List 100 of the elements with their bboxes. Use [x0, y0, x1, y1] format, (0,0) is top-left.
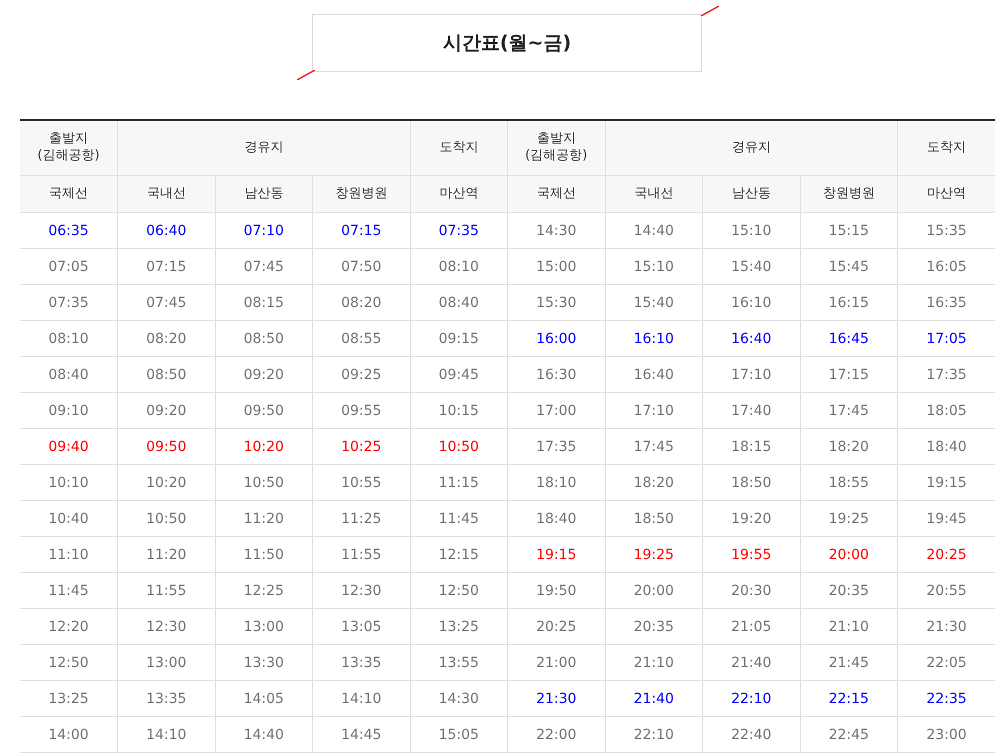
time-cell: 10:15 — [410, 392, 508, 428]
time-cell: 11:10 — [20, 536, 118, 572]
time-cell: 20:00 — [605, 572, 702, 608]
time-cell: 18:55 — [800, 464, 898, 500]
time-cell: 08:20 — [118, 320, 215, 356]
time-cell: 19:55 — [702, 536, 800, 572]
time-cell: 07:15 — [312, 212, 410, 248]
time-cell: 09:15 — [410, 320, 508, 356]
time-cell: 15:00 — [508, 248, 605, 284]
time-cell: 14:10 — [118, 716, 215, 752]
group-header: 도착지 — [410, 120, 508, 176]
time-cell: 16:40 — [702, 320, 800, 356]
time-cell: 07:10 — [215, 212, 312, 248]
time-cell: 16:15 — [800, 284, 898, 320]
time-cell: 14:00 — [20, 716, 118, 752]
time-cell: 18:15 — [702, 428, 800, 464]
time-cell: 22:10 — [605, 716, 702, 752]
time-cell: 12:30 — [312, 572, 410, 608]
time-cell: 15:40 — [702, 248, 800, 284]
time-cell: 17:10 — [605, 392, 702, 428]
time-cell: 07:35 — [410, 212, 508, 248]
time-cell: 22:15 — [800, 680, 898, 716]
time-cell: 17:10 — [702, 356, 800, 392]
time-cell: 21:30 — [508, 680, 605, 716]
column-header: 남산동 — [702, 176, 800, 212]
time-cell: 18:20 — [605, 464, 702, 500]
time-cell: 16:40 — [605, 356, 702, 392]
time-cell: 14:45 — [312, 716, 410, 752]
time-cell: 09:50 — [118, 428, 215, 464]
time-cell: 11:15 — [410, 464, 508, 500]
time-cell: 10:20 — [215, 428, 312, 464]
time-cell: 10:50 — [410, 428, 508, 464]
time-cell: 18:50 — [605, 500, 702, 536]
time-cell: 09:45 — [410, 356, 508, 392]
time-cell: 20:35 — [605, 608, 702, 644]
time-cell: 12:50 — [20, 644, 118, 680]
time-cell: 21:40 — [702, 644, 800, 680]
time-cell: 14:10 — [312, 680, 410, 716]
time-cell: 17:35 — [508, 428, 605, 464]
time-cell: 18:10 — [508, 464, 605, 500]
group-header: 출발지 (김해공항) — [508, 120, 605, 176]
time-cell: 19:15 — [508, 536, 605, 572]
time-cell: 21:10 — [800, 608, 898, 644]
time-cell: 15:10 — [605, 248, 702, 284]
time-cell: 08:10 — [20, 320, 118, 356]
time-cell: 08:50 — [215, 320, 312, 356]
time-cell: 10:50 — [215, 464, 312, 500]
time-cell: 15:40 — [605, 284, 702, 320]
time-cell: 06:40 — [118, 212, 215, 248]
time-cell: 18:20 — [800, 428, 898, 464]
time-cell: 14:05 — [215, 680, 312, 716]
time-cell: 16:30 — [508, 356, 605, 392]
time-cell: 21:45 — [800, 644, 898, 680]
time-cell: 13:35 — [118, 680, 215, 716]
time-cell: 18:50 — [702, 464, 800, 500]
time-cell: 09:20 — [215, 356, 312, 392]
time-cell: 13:25 — [20, 680, 118, 716]
corner-line-icon — [297, 70, 315, 80]
time-cell: 10:55 — [312, 464, 410, 500]
time-cell: 17:45 — [605, 428, 702, 464]
time-cell: 11:20 — [215, 500, 312, 536]
time-cell: 14:30 — [508, 212, 605, 248]
time-cell: 16:10 — [702, 284, 800, 320]
time-cell: 08:55 — [312, 320, 410, 356]
time-cell: 08:20 — [312, 284, 410, 320]
time-cell: 10:20 — [118, 464, 215, 500]
time-cell: 17:00 — [508, 392, 605, 428]
time-cell: 11:55 — [312, 536, 410, 572]
time-cell: 13:30 — [215, 644, 312, 680]
time-cell: 15:15 — [800, 212, 898, 248]
time-cell: 12:25 — [215, 572, 312, 608]
time-cell: 16:10 — [605, 320, 702, 356]
time-cell: 09:25 — [312, 356, 410, 392]
time-cell: 06:35 — [20, 212, 118, 248]
time-cell: 15:30 — [508, 284, 605, 320]
column-header: 남산동 — [215, 176, 312, 212]
time-cell: 12:20 — [20, 608, 118, 644]
time-cell: 15:45 — [800, 248, 898, 284]
column-header: 국내선 — [118, 176, 215, 212]
time-cell: 07:45 — [118, 284, 215, 320]
time-cell: 08:50 — [118, 356, 215, 392]
time-cell: 21:40 — [605, 680, 702, 716]
time-cell: 20:30 — [702, 572, 800, 608]
time-cell: 19:25 — [800, 500, 898, 536]
time-cell: 22:10 — [702, 680, 800, 716]
time-cell: 22:00 — [508, 716, 605, 752]
time-cell: 21:10 — [605, 644, 702, 680]
time-cell: 20:00 — [800, 536, 898, 572]
time-cell: 22:40 — [702, 716, 800, 752]
corner-line-icon — [701, 6, 719, 16]
time-cell: 16:00 — [508, 320, 605, 356]
time-cell: 17:40 — [702, 392, 800, 428]
time-cell: 11:50 — [215, 536, 312, 572]
time-cell: 11:45 — [410, 500, 508, 536]
time-cell: 07:05 — [20, 248, 118, 284]
time-cell: 20:35 — [800, 572, 898, 608]
time-cell: 13:35 — [312, 644, 410, 680]
column-header: 마산역 — [410, 176, 508, 212]
group-header: 도착지 — [898, 120, 995, 176]
time-cell: 09:40 — [20, 428, 118, 464]
